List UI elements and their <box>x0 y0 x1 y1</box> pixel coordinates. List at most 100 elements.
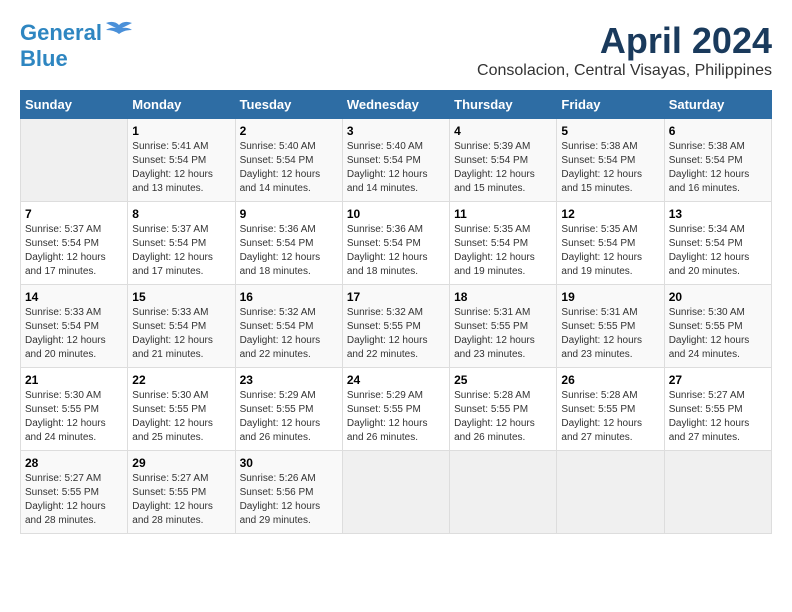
day-detail: Sunrise: 5:33 AMSunset: 5:54 PMDaylight:… <box>132 306 230 362</box>
calendar-week-row: 28 Sunrise: 5:27 AMSunset: 5:55 PMDaylig… <box>21 451 772 534</box>
day-number: 14 <box>25 290 123 304</box>
calendar-cell: 30 Sunrise: 5:26 AMSunset: 5:56 PMDaylig… <box>235 451 342 534</box>
header-day-tuesday: Tuesday <box>235 91 342 119</box>
calendar-cell: 9 Sunrise: 5:36 AMSunset: 5:54 PMDayligh… <box>235 202 342 285</box>
day-number: 3 <box>347 124 445 138</box>
day-detail: Sunrise: 5:39 AMSunset: 5:54 PMDaylight:… <box>454 140 552 196</box>
day-detail: Sunrise: 5:37 AMSunset: 5:54 PMDaylight:… <box>25 223 123 279</box>
calendar-week-row: 14 Sunrise: 5:33 AMSunset: 5:54 PMDaylig… <box>21 285 772 368</box>
day-number: 20 <box>669 290 767 304</box>
day-number: 28 <box>25 456 123 470</box>
calendar-cell: 20 Sunrise: 5:30 AMSunset: 5:55 PMDaylig… <box>664 285 771 368</box>
calendar-cell: 5 Sunrise: 5:38 AMSunset: 5:54 PMDayligh… <box>557 119 664 202</box>
calendar-cell: 24 Sunrise: 5:29 AMSunset: 5:55 PMDaylig… <box>342 368 449 451</box>
calendar-cell: 29 Sunrise: 5:27 AMSunset: 5:55 PMDaylig… <box>128 451 235 534</box>
day-detail: Sunrise: 5:35 AMSunset: 5:54 PMDaylight:… <box>454 223 552 279</box>
calendar-cell: 7 Sunrise: 5:37 AMSunset: 5:54 PMDayligh… <box>21 202 128 285</box>
calendar-cell: 18 Sunrise: 5:31 AMSunset: 5:55 PMDaylig… <box>450 285 557 368</box>
calendar-title: April 2024 <box>477 20 772 62</box>
day-number: 25 <box>454 373 552 387</box>
calendar-cell: 2 Sunrise: 5:40 AMSunset: 5:54 PMDayligh… <box>235 119 342 202</box>
day-number: 24 <box>347 373 445 387</box>
day-number: 19 <box>561 290 659 304</box>
day-detail: Sunrise: 5:32 AMSunset: 5:54 PMDaylight:… <box>240 306 338 362</box>
calendar-cell: 12 Sunrise: 5:35 AMSunset: 5:54 PMDaylig… <box>557 202 664 285</box>
day-number: 29 <box>132 456 230 470</box>
day-detail: Sunrise: 5:30 AMSunset: 5:55 PMDaylight:… <box>132 389 230 445</box>
day-number: 12 <box>561 207 659 221</box>
day-number: 6 <box>669 124 767 138</box>
calendar-cell <box>21 119 128 202</box>
day-detail: Sunrise: 5:27 AMSunset: 5:55 PMDaylight:… <box>25 472 123 528</box>
header-day-friday: Friday <box>557 91 664 119</box>
day-detail: Sunrise: 5:32 AMSunset: 5:55 PMDaylight:… <box>347 306 445 362</box>
day-number: 5 <box>561 124 659 138</box>
calendar-cell: 14 Sunrise: 5:33 AMSunset: 5:54 PMDaylig… <box>21 285 128 368</box>
calendar-table: SundayMondayTuesdayWednesdayThursdayFrid… <box>20 90 772 534</box>
day-detail: Sunrise: 5:36 AMSunset: 5:54 PMDaylight:… <box>240 223 338 279</box>
calendar-header-row: SundayMondayTuesdayWednesdayThursdayFrid… <box>21 91 772 119</box>
calendar-cell: 10 Sunrise: 5:36 AMSunset: 5:54 PMDaylig… <box>342 202 449 285</box>
day-number: 13 <box>669 207 767 221</box>
day-detail: Sunrise: 5:28 AMSunset: 5:55 PMDaylight:… <box>561 389 659 445</box>
calendar-cell: 3 Sunrise: 5:40 AMSunset: 5:54 PMDayligh… <box>342 119 449 202</box>
calendar-cell: 26 Sunrise: 5:28 AMSunset: 5:55 PMDaylig… <box>557 368 664 451</box>
calendar-cell: 22 Sunrise: 5:30 AMSunset: 5:55 PMDaylig… <box>128 368 235 451</box>
calendar-cell: 17 Sunrise: 5:32 AMSunset: 5:55 PMDaylig… <box>342 285 449 368</box>
day-detail: Sunrise: 5:36 AMSunset: 5:54 PMDaylight:… <box>347 223 445 279</box>
day-number: 23 <box>240 373 338 387</box>
calendar-cell <box>342 451 449 534</box>
day-number: 15 <box>132 290 230 304</box>
day-number: 18 <box>454 290 552 304</box>
day-detail: Sunrise: 5:40 AMSunset: 5:54 PMDaylight:… <box>347 140 445 196</box>
calendar-cell: 13 Sunrise: 5:34 AMSunset: 5:54 PMDaylig… <box>664 202 771 285</box>
logo: GeneralBlue <box>20 20 134 72</box>
title-area: April 2024 Consolacion, Central Visayas,… <box>477 20 772 80</box>
day-number: 7 <box>25 207 123 221</box>
calendar-cell: 4 Sunrise: 5:39 AMSunset: 5:54 PMDayligh… <box>450 119 557 202</box>
calendar-week-row: 1 Sunrise: 5:41 AMSunset: 5:54 PMDayligh… <box>21 119 772 202</box>
day-number: 11 <box>454 207 552 221</box>
day-detail: Sunrise: 5:37 AMSunset: 5:54 PMDaylight:… <box>132 223 230 279</box>
day-detail: Sunrise: 5:30 AMSunset: 5:55 PMDaylight:… <box>25 389 123 445</box>
logo-text: GeneralBlue <box>20 20 102 72</box>
day-detail: Sunrise: 5:29 AMSunset: 5:55 PMDaylight:… <box>240 389 338 445</box>
calendar-cell <box>664 451 771 534</box>
day-number: 4 <box>454 124 552 138</box>
day-detail: Sunrise: 5:33 AMSunset: 5:54 PMDaylight:… <box>25 306 123 362</box>
day-detail: Sunrise: 5:41 AMSunset: 5:54 PMDaylight:… <box>132 140 230 196</box>
calendar-cell: 21 Sunrise: 5:30 AMSunset: 5:55 PMDaylig… <box>21 368 128 451</box>
calendar-cell: 19 Sunrise: 5:31 AMSunset: 5:55 PMDaylig… <box>557 285 664 368</box>
calendar-week-row: 21 Sunrise: 5:30 AMSunset: 5:55 PMDaylig… <box>21 368 772 451</box>
header-day-monday: Monday <box>128 91 235 119</box>
day-detail: Sunrise: 5:35 AMSunset: 5:54 PMDaylight:… <box>561 223 659 279</box>
logo-bird-icon <box>104 20 134 42</box>
day-detail: Sunrise: 5:31 AMSunset: 5:55 PMDaylight:… <box>454 306 552 362</box>
header-day-sunday: Sunday <box>21 91 128 119</box>
calendar-cell: 23 Sunrise: 5:29 AMSunset: 5:55 PMDaylig… <box>235 368 342 451</box>
calendar-cell: 8 Sunrise: 5:37 AMSunset: 5:54 PMDayligh… <box>128 202 235 285</box>
day-number: 2 <box>240 124 338 138</box>
calendar-subtitle: Consolacion, Central Visayas, Philippine… <box>477 62 772 80</box>
day-detail: Sunrise: 5:38 AMSunset: 5:54 PMDaylight:… <box>561 140 659 196</box>
calendar-cell: 27 Sunrise: 5:27 AMSunset: 5:55 PMDaylig… <box>664 368 771 451</box>
calendar-cell <box>450 451 557 534</box>
day-number: 1 <box>132 124 230 138</box>
calendar-cell: 16 Sunrise: 5:32 AMSunset: 5:54 PMDaylig… <box>235 285 342 368</box>
header-day-wednesday: Wednesday <box>342 91 449 119</box>
calendar-cell: 28 Sunrise: 5:27 AMSunset: 5:55 PMDaylig… <box>21 451 128 534</box>
day-detail: Sunrise: 5:30 AMSunset: 5:55 PMDaylight:… <box>669 306 767 362</box>
calendar-cell: 6 Sunrise: 5:38 AMSunset: 5:54 PMDayligh… <box>664 119 771 202</box>
day-detail: Sunrise: 5:40 AMSunset: 5:54 PMDaylight:… <box>240 140 338 196</box>
day-number: 9 <box>240 207 338 221</box>
day-number: 8 <box>132 207 230 221</box>
day-detail: Sunrise: 5:31 AMSunset: 5:55 PMDaylight:… <box>561 306 659 362</box>
day-number: 27 <box>669 373 767 387</box>
day-number: 21 <box>25 373 123 387</box>
calendar-cell: 1 Sunrise: 5:41 AMSunset: 5:54 PMDayligh… <box>128 119 235 202</box>
calendar-week-row: 7 Sunrise: 5:37 AMSunset: 5:54 PMDayligh… <box>21 202 772 285</box>
day-number: 10 <box>347 207 445 221</box>
day-number: 16 <box>240 290 338 304</box>
day-detail: Sunrise: 5:26 AMSunset: 5:56 PMDaylight:… <box>240 472 338 528</box>
day-detail: Sunrise: 5:27 AMSunset: 5:55 PMDaylight:… <box>669 389 767 445</box>
